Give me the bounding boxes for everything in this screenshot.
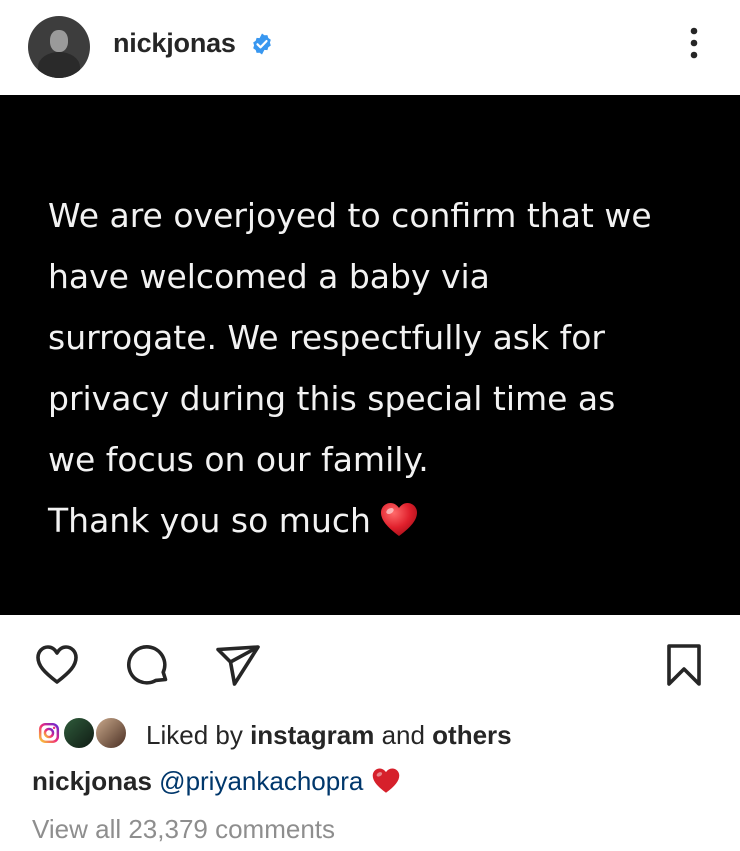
verified-badge-icon: [253, 33, 271, 55]
post-line: have welcomed a baby via: [48, 257, 490, 296]
liked-by-user[interactable]: instagram: [250, 720, 374, 750]
post-line: We are overjoyed to confirm that we: [48, 196, 652, 235]
liked-by-middle: and: [374, 720, 433, 750]
post-line: we focus on our family.: [48, 440, 429, 479]
avatar-shoulders: [38, 52, 80, 78]
instagram-logo-icon: [38, 722, 60, 744]
view-all-comments-link[interactable]: View all 23,379 comments: [32, 814, 335, 845]
post-header: nickjonas: [0, 0, 740, 95]
avatar-face: [50, 30, 68, 52]
red-heart-emoji-icon: [380, 502, 417, 536]
post-caption: nickjonas @priyankachopra: [32, 766, 401, 797]
liker-avatar: [94, 716, 128, 750]
caption-username[interactable]: nickjonas: [32, 766, 152, 796]
post-line: privacy during this special time as: [48, 379, 616, 418]
post-line-last: Thank you so much: [48, 490, 708, 551]
post-username[interactable]: nickjonas: [113, 28, 236, 59]
profile-avatar[interactable]: [28, 16, 90, 78]
liked-by-text[interactable]: Liked by instagram and others: [146, 720, 512, 751]
comment-bubble-icon[interactable]: [124, 641, 172, 689]
liker-avatar: [62, 716, 96, 750]
post-announcement-text: We are overjoyed to confirm that we have…: [48, 185, 708, 551]
post-image[interactable]: We are overjoyed to confirm that we have…: [0, 95, 740, 615]
post-line: Thank you so much: [48, 501, 371, 540]
red-heart-emoji-icon: [373, 768, 400, 793]
more-options-icon[interactable]: [684, 26, 704, 60]
liked-by-others[interactable]: others: [432, 720, 511, 750]
post-line: surrogate. We respectfully ask for: [48, 318, 605, 357]
post-actions-bar: [0, 615, 740, 705]
bookmark-icon[interactable]: [660, 641, 708, 689]
paper-plane-icon[interactable]: [214, 641, 262, 689]
caption-mention[interactable]: @priyankachopra: [159, 766, 363, 796]
liker-avatars[interactable]: [32, 716, 132, 752]
liker-avatar: [32, 716, 66, 750]
heart-outline-icon[interactable]: [33, 641, 81, 689]
liked-by-prefix: Liked by: [146, 720, 251, 750]
likes-summary: Liked by instagram and others: [0, 712, 740, 756]
